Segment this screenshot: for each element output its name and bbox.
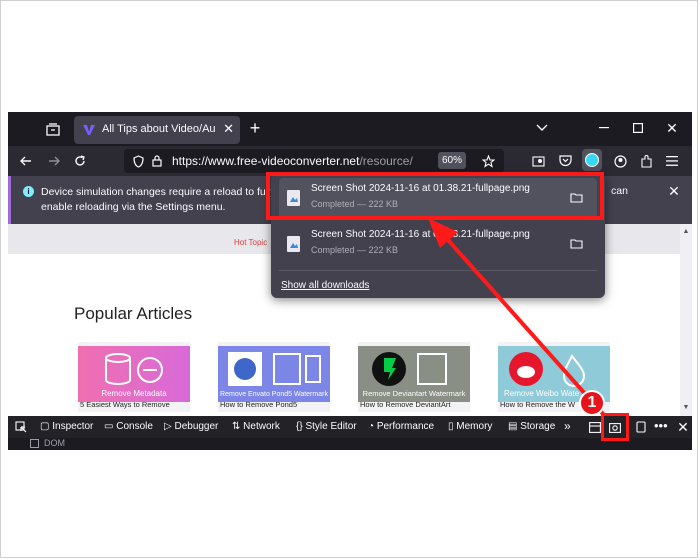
tab-strip: All Tips about Video/Audio Converter ✕ +…	[8, 112, 692, 146]
highlight-box-download	[266, 172, 604, 220]
show-all-downloads-link[interactable]: Show all downloads	[281, 280, 369, 291]
bookmark-star-icon[interactable]	[480, 153, 496, 169]
tab-debugger-label: Debugger	[174, 421, 219, 432]
pond5-logo-icon	[228, 352, 321, 386]
tracking-protection-icon[interactable]	[130, 153, 146, 169]
download-status: Completed — 222 KB	[311, 245, 399, 255]
downloads-divider	[279, 270, 597, 271]
devtools-toolbar: ▢ Inspector ▭ Console ▷ Debugger ⇅ Netwo…	[8, 416, 692, 438]
article-image-label: Remove Deviantart Watermark	[362, 389, 466, 398]
article-caption-1[interactable]: 5 Easiest Ways to Remove	[80, 400, 170, 409]
scroll-down-icon[interactable]: ▼	[682, 404, 690, 412]
url-host: https://www.free-videoconverter.net	[172, 154, 360, 168]
tab-storage-label: Storage	[520, 421, 556, 432]
list-all-tabs-icon[interactable]	[534, 120, 550, 136]
downloads-button[interactable]	[582, 149, 602, 171]
notification-line2: enable reloading via the Settings menu.	[41, 201, 226, 213]
pocket-icon[interactable]	[557, 153, 573, 169]
tab-performance-label: Performance	[376, 421, 435, 432]
step-number-badge: 1	[579, 390, 605, 416]
tab-performance[interactable]: ◔ Performance	[368, 421, 434, 432]
tab-network[interactable]: ⇅ Network	[232, 421, 280, 432]
extensions-icon[interactable]	[638, 153, 654, 169]
app-menu-icon[interactable]	[664, 153, 680, 169]
element-picker-icon[interactable]	[14, 420, 28, 434]
zoom-level-button[interactable]: 60%	[438, 152, 466, 169]
maximize-icon[interactable]	[630, 120, 646, 136]
url-text: https://www.free-videoconverter.net/reso…	[172, 154, 413, 168]
storage-icon: ▤	[508, 421, 521, 432]
page-scrollbar[interactable]: ▲ ▼	[680, 224, 692, 416]
more-options-icon[interactable]: •••	[654, 418, 668, 433]
window-close-icon[interactable]: ✕	[664, 120, 680, 136]
weibo-logo-icon	[509, 352, 586, 387]
tab-debugger[interactable]: ▷ Debugger	[164, 421, 218, 432]
article-caption-2[interactable]: How to Remove Pond5	[220, 400, 297, 409]
split-console-icon[interactable]	[588, 420, 602, 434]
hot-topics-link[interactable]: Hot Topic	[234, 238, 267, 247]
article-caption-3[interactable]: How to Remove DeviantArt	[360, 400, 450, 409]
download-filename: Screen Shot 2024-11-16 at 01.38.21-fullp…	[311, 229, 530, 240]
info-icon: i	[23, 186, 34, 197]
open-folder-icon[interactable]	[570, 238, 583, 249]
article-image-metadata: Remove Metadata	[78, 346, 190, 402]
tab-close-icon[interactable]: ✕	[223, 121, 234, 137]
download-progress-icon	[585, 153, 599, 167]
performance-icon: ◔	[368, 421, 377, 432]
tab-console-label: Console	[116, 421, 153, 432]
address-bar[interactable]: https://www.free-videoconverter.net/reso…	[124, 149, 504, 173]
forward-icon[interactable]	[46, 153, 62, 169]
tab-network-label: Network	[243, 421, 280, 432]
new-tab-icon[interactable]: +	[246, 118, 264, 138]
tab-title: All Tips about Video/Audio Converter	[102, 123, 216, 135]
scroll-up-icon[interactable]: ▲	[682, 228, 690, 236]
tab-memory[interactable]: ▯ Memory	[448, 421, 492, 432]
tab-storage[interactable]: ▤ Storage	[508, 421, 555, 432]
dom-checkbox-icon[interactable]	[30, 439, 39, 448]
responsive-design-icon[interactable]	[634, 420, 648, 434]
dom-label: DOM	[44, 438, 65, 448]
download-item[interactable]: Screen Shot 2024-11-16 at 01.38.21-fullp…	[279, 224, 597, 264]
article-image-deviantart: Remove Deviantart Watermark	[358, 346, 470, 402]
article-image-label: Remove Metadata	[101, 389, 167, 398]
article-caption-4[interactable]: How to Remove the W	[500, 400, 575, 409]
debugger-icon: ▷	[164, 421, 175, 432]
database-remove-icon	[105, 353, 163, 385]
back-icon[interactable]	[18, 153, 34, 169]
site-favicon-icon	[83, 125, 95, 135]
tab-memory-label: Memory	[456, 421, 493, 432]
article-image-label: Remove Envato Pond5 Watermark	[220, 391, 328, 398]
article-image-pond5: Remove Envato Pond5 Watermark	[218, 346, 330, 402]
deviantart-logo-icon	[372, 352, 447, 386]
devtools-panel: DOM	[8, 438, 692, 450]
more-tabs-chevron-icon[interactable]: »	[564, 419, 571, 433]
minimize-icon[interactable]	[596, 120, 612, 136]
url-path: /resource/	[359, 154, 413, 168]
devtools-close-icon[interactable]: ✕	[676, 419, 690, 435]
reload-icon[interactable]	[72, 153, 88, 169]
tab-list-icon[interactable]	[44, 121, 62, 137]
console-icon: ▭	[104, 421, 117, 432]
account-icon[interactable]	[612, 153, 628, 169]
lock-icon[interactable]	[150, 153, 164, 169]
highlight-box-screenshot-button	[601, 413, 629, 441]
network-icon: ⇅	[232, 421, 244, 432]
screenshot-extension-icon[interactable]	[530, 153, 546, 169]
image-file-icon	[287, 236, 300, 252]
tab-style-editor[interactable]: {} Style Editor	[296, 421, 357, 432]
notification-close-icon[interactable]: ✕	[667, 183, 681, 199]
popular-articles-heading: Popular Articles	[74, 304, 193, 323]
tab-console[interactable]: ▭ Console	[104, 421, 153, 432]
tab-inspector-label: Inspector	[52, 421, 94, 432]
tab-style-editor-label: Style Editor	[305, 421, 357, 432]
notification-line1-end: can	[611, 185, 628, 197]
inspector-icon: ▢	[40, 421, 53, 432]
tab-active[interactable]: All Tips about Video/Audio Converter ✕	[74, 116, 240, 144]
tab-inspector[interactable]: ▢ Inspector	[40, 421, 93, 432]
